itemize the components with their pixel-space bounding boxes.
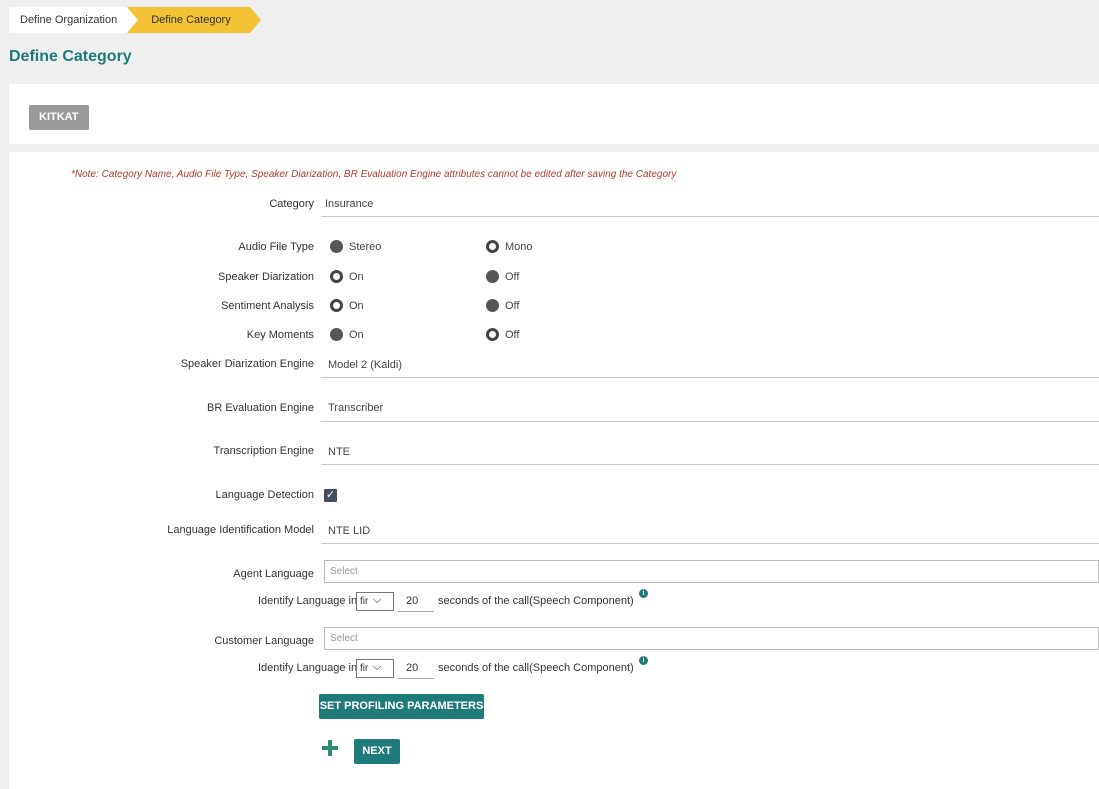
language-detection-label: Language Detection [215, 489, 314, 501]
organization-panel: KITKAT [9, 84, 1099, 144]
agent-position-value: fir [360, 596, 369, 607]
speaker-diarization-label: Speaker Diarization [218, 271, 314, 283]
organization-button[interactable]: KITKAT [29, 105, 89, 130]
key-moments-label: Key Moments [246, 329, 314, 341]
agent-language-label: Agent Language [233, 568, 314, 580]
customer-position-select[interactable]: fir ⌵ [356, 659, 394, 678]
speaker-diarization-on-radio[interactable] [330, 270, 343, 283]
br-evaluation-engine-label: BR Evaluation Engine [206, 402, 314, 414]
audio-file-type-label: Audio File Type [238, 241, 314, 253]
br-evaluation-engine-underline [321, 421, 1099, 422]
page-title: Define Category [9, 48, 132, 65]
info-icon[interactable]: i [639, 589, 648, 598]
speaker-diarization-engine-select[interactable]: Model 2 (Kaldi) [328, 359, 402, 371]
audio-stereo-radio[interactable] [330, 240, 343, 253]
category-label: Category [269, 198, 314, 210]
chevron-down-icon: ⌵ [373, 594, 382, 606]
audio-stereo-label: Stereo [349, 241, 382, 253]
agent-identify-suffix: seconds of the call(Speech Component) [438, 595, 634, 607]
category-input[interactable]: Insurance [325, 198, 373, 210]
customer-language-placeholder: Select [330, 633, 358, 644]
customer-identify-suffix: seconds of the call(Speech Component) [438, 662, 634, 674]
speaker-diarization-engine-underline [321, 377, 1099, 378]
set-profiling-parameters-button[interactable]: SET PROFILING PARAMETERS [319, 694, 484, 719]
customer-identify-prefix: Identify Language in [258, 662, 358, 674]
transcription-engine-label: Transcription Engine [213, 445, 314, 457]
agent-position-select[interactable]: fir ⌵ [356, 592, 394, 611]
audio-mono-radio[interactable] [486, 240, 499, 253]
language-identification-model-select[interactable]: NTE LID [328, 525, 370, 537]
language-identification-model-label: Language Identification Model [167, 524, 314, 536]
speaker-diarization-on-label: On [349, 271, 364, 283]
breadcrumb-define-category[interactable]: Define Category [127, 7, 261, 33]
sentiment-on-label: On [349, 300, 364, 312]
customer-position-value: fir [360, 663, 369, 674]
sentiment-off-label: Off [505, 300, 520, 312]
speaker-diarization-off-radio[interactable] [486, 270, 499, 283]
info-icon[interactable]: i [639, 656, 648, 665]
category-underline [321, 216, 1099, 217]
breadcrumb: Define Organization Define Category [9, 7, 261, 33]
plus-icon[interactable] [322, 740, 338, 756]
next-button[interactable]: NEXT [354, 739, 400, 764]
key-moments-off-label: Off [505, 329, 520, 341]
key-moments-on-label: On [349, 329, 364, 341]
speaker-diarization-off-label: Off [505, 271, 520, 283]
customer-language-select[interactable]: Select [324, 627, 1099, 650]
sentiment-off-radio[interactable] [486, 299, 499, 312]
agent-language-placeholder: Select [330, 566, 358, 577]
audio-mono-label: Mono [505, 241, 533, 253]
speaker-diarization-engine-label: Speaker Diarization Engine [180, 358, 314, 370]
customer-seconds-input[interactable]: 20 [398, 659, 434, 679]
transcription-engine-select[interactable]: NTE [328, 446, 350, 458]
br-evaluation-engine-select[interactable]: Transcriber [328, 402, 383, 414]
chevron-down-icon: ⌵ [373, 661, 382, 673]
breadcrumb-define-organization[interactable]: Define Organization [9, 7, 139, 33]
edit-note: *Note: Category Name, Audio File Type, S… [71, 169, 677, 180]
transcription-engine-underline [321, 464, 1099, 465]
agent-seconds-value: 20 [406, 595, 419, 607]
key-moments-on-radio[interactable] [330, 328, 343, 341]
sentiment-analysis-label: Sentiment Analysis [221, 300, 314, 312]
customer-seconds-value: 20 [406, 662, 419, 674]
key-moments-off-radio[interactable] [486, 328, 499, 341]
language-identification-model-underline [321, 543, 1099, 544]
sentiment-on-radio[interactable] [330, 299, 343, 312]
agent-language-select[interactable]: Select [324, 560, 1099, 583]
agent-seconds-input[interactable]: 20 [398, 592, 434, 612]
agent-identify-prefix: Identify Language in [258, 595, 358, 607]
category-form: *Note: Category Name, Audio File Type, S… [9, 152, 1099, 789]
customer-language-label: Customer Language [214, 635, 314, 647]
language-detection-checkbox[interactable]: ✓ [324, 489, 337, 502]
